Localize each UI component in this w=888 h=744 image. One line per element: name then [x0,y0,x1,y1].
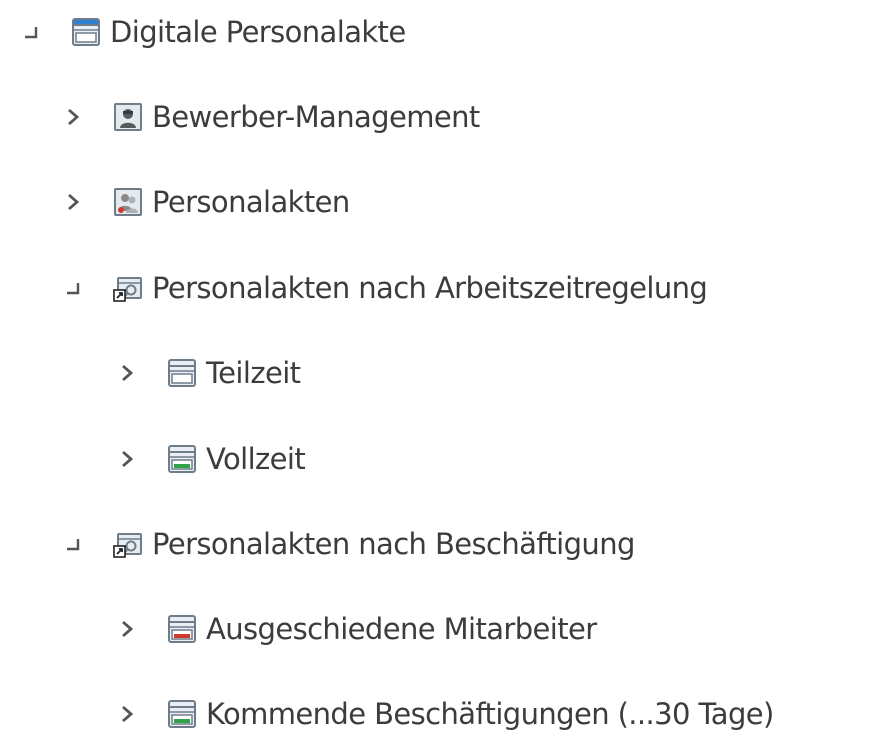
tree-node-label: Digitale Personalakte [110,15,406,49]
tree-node-label: Ausgeschiedene Mitarbeiter [206,612,597,646]
navigation-tree: Digitale Personalakte Bewerber-Managemen… [0,0,888,738]
tree-node-personalakten-nach-arbeitszeitregelung[interactable]: Personalakten nach Arbeitszeitregelung [58,258,708,318]
collapse-icon[interactable] [58,258,88,318]
tree-node-label: Personalakten nach Arbeitszeitregelung [152,271,708,305]
tree-node-label: Bewerber-Management [152,100,480,134]
tree-node-teilzeit[interactable]: Teilzeit [112,343,301,403]
chevron-right-icon[interactable] [112,429,142,489]
folder-white-icon [166,357,198,389]
chevron-right-icon[interactable] [58,172,88,232]
tree-node-label: Personalakten nach Beschäftigung [152,527,635,561]
tree-node-label: Kommende Beschäftigungen (...30 Tage) [206,697,774,731]
folder-blue-icon [70,16,102,48]
folder-red-icon [166,613,198,645]
tree-node-kommende-beschaeftigungen[interactable]: Kommende Beschäftigungen (...30 Tage) [112,684,774,744]
tree-node-label: Personalakten [152,185,350,219]
folder-green-icon [166,698,198,730]
tree-node-vollzeit[interactable]: Vollzeit [112,429,306,489]
tree-node-digitale-personalakte[interactable]: Digitale Personalakte [16,2,406,62]
search-link-icon [112,272,144,304]
applicant-icon [112,101,144,133]
tree-node-bewerber-management[interactable]: Bewerber-Management [58,87,480,147]
tree-node-personalakten-nach-beschaeftigung[interactable]: Personalakten nach Beschäftigung [58,514,635,574]
chevron-right-icon[interactable] [112,684,142,744]
collapse-icon[interactable] [16,2,46,62]
personnel-files-icon [112,186,144,218]
tree-node-ausgeschiedene-mitarbeiter[interactable]: Ausgeschiedene Mitarbeiter [112,599,597,659]
tree-node-personalakten[interactable]: Personalakten [58,172,350,232]
tree-node-label: Vollzeit [206,442,306,476]
chevron-right-icon[interactable] [58,87,88,147]
chevron-right-icon[interactable] [112,343,142,403]
search-link-icon [112,528,144,560]
chevron-right-icon[interactable] [112,599,142,659]
folder-green-icon [166,443,198,475]
collapse-icon[interactable] [58,514,88,574]
tree-node-label: Teilzeit [206,356,301,390]
